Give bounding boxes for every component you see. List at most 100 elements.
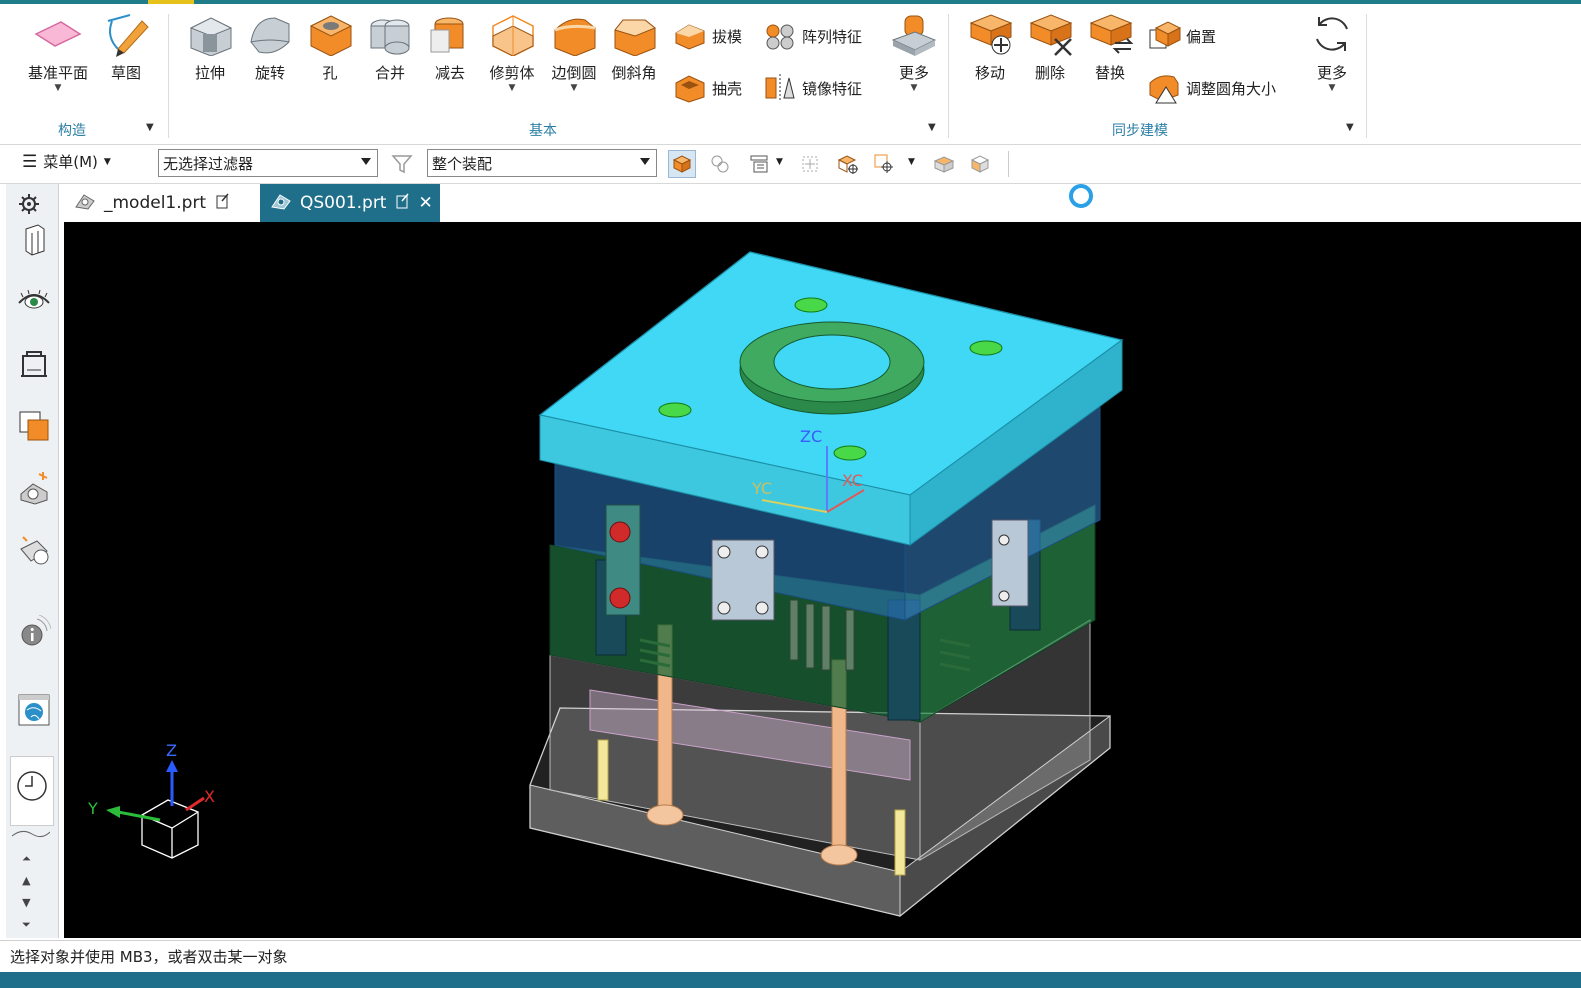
- sync-more-button[interactable]: 更多 ▼: [1302, 10, 1362, 93]
- basic-more-button[interactable]: 更多 ▼: [884, 10, 944, 93]
- cooling-plug: [609, 587, 631, 609]
- select-features-icon[interactable]: [706, 150, 734, 178]
- replace-face-button[interactable]: 替换: [1080, 10, 1140, 83]
- edge-blend-icon: [549, 10, 599, 58]
- offset-face-label: 偏置: [1186, 27, 1217, 46]
- toolbar-divider: [1008, 151, 1009, 177]
- web-browser-icon[interactable]: [14, 690, 54, 730]
- select-point-icon[interactable]: [870, 150, 898, 178]
- gear-icon[interactable]: [10, 186, 48, 222]
- edge-blend-label: 边倒圆: [551, 64, 597, 82]
- shell-icon: [672, 70, 708, 106]
- chamfer-button[interactable]: 倒斜角: [604, 10, 664, 83]
- triad-y-label: Y: [87, 799, 98, 818]
- resize-blend-label: 调整圆角大小: [1186, 79, 1277, 98]
- part-navigator-icon[interactable]: [14, 406, 54, 446]
- wcs-yc-label: YC: [751, 479, 772, 498]
- move-face-label: 移动: [974, 64, 1005, 82]
- tab-qs001[interactable]: QS001.prt ✕: [260, 184, 440, 222]
- selection-toolbar: ☰ 菜单(M) ▼ 无选择过滤器 整个装配 ▼ ▼: [0, 145, 1581, 184]
- document-tabs: _model1.prt QS001.prt ✕: [64, 184, 1581, 222]
- group-label-basic: 基本: [529, 123, 557, 139]
- group-dropdown-construct[interactable]: ▼: [146, 122, 154, 133]
- subtract-button[interactable]: 减去: [420, 10, 480, 83]
- scroll-bottom-icon[interactable]: ⏷: [22, 914, 31, 936]
- wcs-zc-label: ZC: [800, 427, 822, 446]
- group-label-construct: 构造: [58, 123, 86, 139]
- replace-face-icon: [1085, 10, 1135, 58]
- assembly-navigator-icon[interactable]: [14, 220, 54, 260]
- reuse-library-icon[interactable]: [14, 468, 54, 508]
- basic-more-label: 更多: [898, 64, 929, 82]
- menu-button[interactable]: ☰ 菜单(M) ▼: [22, 151, 111, 172]
- chevron-down-icon[interactable]: ▼: [776, 157, 783, 167]
- view-fit-icon[interactable]: [930, 150, 958, 178]
- revolve-label: 旋转: [254, 64, 285, 82]
- triad-z-label: Z: [166, 741, 177, 760]
- chevron-down-icon[interactable]: ▼: [1329, 83, 1336, 93]
- delete-face-button[interactable]: 删除: [1020, 10, 1080, 83]
- tab-model1[interactable]: _model1.prt: [64, 184, 258, 222]
- chevron-down-icon[interactable]: ▼: [509, 83, 516, 93]
- close-icon[interactable]: ✕: [418, 193, 432, 213]
- triad-x-label: X: [204, 787, 215, 806]
- select-body-icon[interactable]: [834, 150, 862, 178]
- cooling-plug: [609, 521, 631, 543]
- chamfer-icon: [609, 10, 659, 58]
- trim-body-button[interactable]: 修剪体 ▼: [482, 10, 542, 93]
- datum-plane-button[interactable]: 基准平面 ▼: [28, 10, 88, 93]
- chevron-down-icon[interactable]: ▼: [571, 83, 578, 93]
- move-face-button[interactable]: 移动: [960, 10, 1020, 83]
- offset-face-button[interactable]: 偏置: [1146, 18, 1216, 54]
- selection-filter-dropdown[interactable]: 无选择过滤器: [158, 149, 378, 177]
- group-label-sync: 同步建模: [1112, 123, 1168, 139]
- graphics-window[interactable]: ZC XC YC Z Y X: [64, 222, 1581, 938]
- scroll-down-icon[interactable]: ▼: [22, 892, 31, 914]
- tab-label: QS001.prt: [300, 193, 387, 213]
- chevron-down-icon[interactable]: ▼: [911, 83, 918, 93]
- extrude-label: 拉伸: [194, 64, 225, 82]
- selection-filter-value: 无选择过滤器: [163, 154, 254, 173]
- hole-button[interactable]: 孔: [300, 10, 360, 83]
- chevron-down-icon[interactable]: ▼: [55, 83, 62, 93]
- unite-label: 合并: [374, 64, 405, 82]
- history-tab[interactable]: [10, 756, 54, 826]
- chevron-down-icon: [640, 158, 650, 165]
- revolve-button[interactable]: 旋转: [240, 10, 300, 83]
- scroll-top-icon[interactable]: ⏶: [22, 848, 31, 870]
- info-icon[interactable]: [14, 612, 54, 652]
- select-components-icon[interactable]: [668, 150, 696, 178]
- unite-button[interactable]: 合并: [360, 10, 420, 83]
- type-filter-icon[interactable]: [745, 150, 773, 178]
- resource-bar-scroll-controls: ⏶ ▲ ▼ ⏷: [22, 848, 31, 936]
- mirror-feature-icon: [762, 70, 798, 106]
- sketch-button[interactable]: 草图: [96, 10, 156, 83]
- chevron-down-icon[interactable]: ▼: [908, 157, 915, 167]
- scroll-up-icon[interactable]: ▲: [22, 870, 31, 892]
- more-features-icon: [889, 10, 939, 58]
- replace-face-label: 替换: [1094, 64, 1125, 82]
- tab-label: _model1.prt: [104, 193, 207, 213]
- edge-blend-button[interactable]: 边倒圆 ▼: [544, 10, 604, 93]
- shell-button[interactable]: 抽壳: [672, 70, 742, 106]
- selection-scope-value: 整个装配: [432, 154, 493, 173]
- group-dropdown-sync[interactable]: ▼: [1346, 122, 1354, 133]
- eye-icon[interactable]: [14, 280, 54, 320]
- filter-reset-icon[interactable]: [388, 150, 416, 178]
- view-orient-icon[interactable]: [966, 150, 994, 178]
- ribbon-divider: [168, 14, 169, 138]
- mold-assembly-model[interactable]: ZC XC YC Z Y X: [64, 222, 1581, 938]
- group-dropdown-basic[interactable]: ▼: [928, 122, 936, 133]
- roles-icon[interactable]: [14, 532, 54, 572]
- drafting-icon[interactable]: [14, 344, 54, 384]
- snap-point-icon[interactable]: [796, 150, 824, 178]
- draft-button[interactable]: 拔模: [672, 18, 742, 54]
- trim-body-label: 修剪体: [489, 64, 535, 82]
- extrude-button[interactable]: 拉伸: [180, 10, 240, 83]
- loading-spinner-icon: [1069, 184, 1093, 208]
- mirror-feature-button[interactable]: 镜像特征: [762, 70, 862, 106]
- resize-blend-button[interactable]: 调整圆角大小: [1146, 70, 1276, 106]
- bottom-strip: [0, 972, 1581, 988]
- pattern-feature-button[interactable]: 阵列特征: [762, 18, 862, 54]
- selection-scope-dropdown[interactable]: 整个装配: [427, 149, 657, 177]
